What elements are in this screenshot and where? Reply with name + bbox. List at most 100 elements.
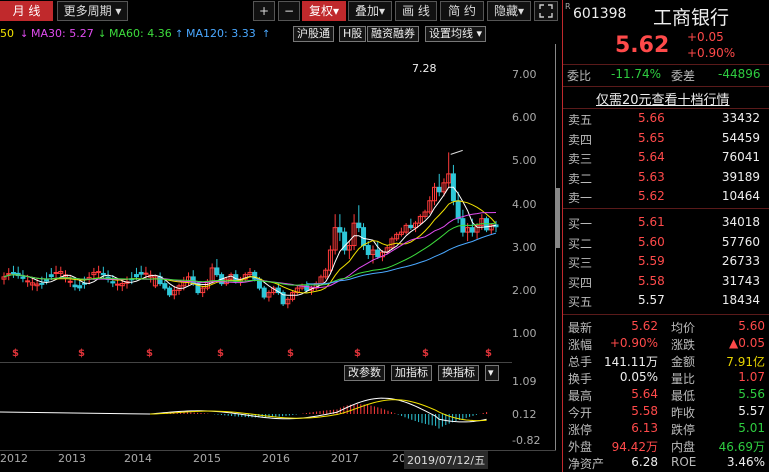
stat-label: 今开	[568, 406, 593, 420]
quote-row: 卖四 5.65 54459	[563, 130, 769, 149]
bid-volume: 34018	[721, 215, 760, 229]
stat-value: 141.11万	[604, 355, 658, 369]
hshare-button[interactable]: H股	[339, 26, 367, 42]
ask-price: 5.63	[638, 169, 665, 184]
level2-promo-link[interactable]: 仅需20元查看十档行情	[596, 89, 730, 108]
candle-body	[365, 245, 371, 256]
zoom-in-button[interactable]: +	[253, 1, 275, 21]
expand-icon	[539, 4, 553, 18]
weicha-value: -44896	[718, 67, 761, 81]
stat-label: 跌停	[671, 423, 696, 437]
max-price-annotation: 7.28	[412, 62, 437, 75]
bid-volume: 26733	[721, 254, 760, 268]
simple-button[interactable]: 简 约	[440, 1, 484, 21]
candle-body	[67, 280, 73, 283]
candle-body	[361, 227, 367, 247]
macd-chart[interactable]	[0, 382, 512, 450]
candle-body	[39, 282, 45, 285]
ask-volume: 54459	[721, 130, 760, 145]
stat-value: 5.56	[738, 387, 765, 401]
period-button[interactable]: 月 线	[0, 1, 53, 21]
price-change: +0.05	[687, 30, 724, 44]
dividend-marker[interactable]: $	[217, 348, 224, 359]
stat-value: 5.57	[738, 404, 765, 418]
candle-body	[469, 227, 475, 233]
fullscreen-button[interactable]	[534, 1, 558, 21]
indicator-menu-button[interactable]: ▾	[485, 365, 499, 381]
stat-label: 涨跌	[671, 338, 696, 352]
stat-label: 金额	[671, 355, 696, 369]
hgt-button[interactable]: 沪股通	[293, 26, 334, 42]
bid-label: 买一	[568, 217, 593, 231]
dividend-marker[interactable]: $	[354, 348, 361, 359]
stat-label: 最低	[671, 389, 696, 403]
dividend-marker[interactable]: $	[12, 348, 19, 359]
price-change-pct: +0.90%	[687, 46, 736, 60]
max-pointer-line	[450, 149, 463, 155]
weicha-label: 委差	[671, 69, 696, 83]
arrow-down-icon: ↓	[98, 29, 107, 40]
kline-chart[interactable]	[0, 44, 512, 362]
ask-label: 卖四	[568, 132, 593, 147]
y-tick: 3.00	[512, 241, 537, 254]
quote-row: 买五 5.57 18434	[563, 292, 769, 311]
overlay-dropdown[interactable]: 叠加▾	[348, 1, 392, 21]
candle-body	[261, 287, 267, 298]
quote-row: 卖五 5.66 33432	[563, 110, 769, 129]
switch-indicator-button[interactable]: 换指标	[438, 365, 479, 381]
candle-body	[375, 249, 381, 258]
quote-row: 净资产 6.28 ROE 3.46%	[563, 454, 769, 472]
set-ma-label: 设置均线	[429, 27, 473, 40]
stat-label: 昨收	[671, 406, 696, 420]
ask-label: 卖三	[568, 152, 593, 166]
more-period-dropdown[interactable]: 更多周期 ▾	[57, 1, 128, 21]
arrow-up-icon: ↑	[262, 29, 271, 40]
stat-label: 总手	[568, 355, 593, 369]
candle-body	[133, 274, 139, 278]
hide-dropdown[interactable]: 隐藏▾	[487, 1, 531, 21]
triangle-down-icon: ▾	[517, 4, 525, 18]
stat-label: 量比	[671, 372, 696, 386]
y-tick: 5.00	[512, 154, 537, 167]
ask-volume: 76041	[721, 150, 760, 164]
add-indicator-button[interactable]: 加指标	[391, 365, 432, 381]
quote-panel: R 601398 工商银行 5.62 +0.05 +0.90% 委比 -11.7…	[562, 0, 769, 472]
ma30-legend: MA30: 5.27	[31, 27, 94, 40]
dividend-marker[interactable]: $	[485, 348, 492, 359]
stat-label: 涨停	[568, 423, 593, 437]
stat-value: 5.62	[631, 319, 658, 333]
fuquan-dropdown[interactable]: 复权▾	[302, 1, 346, 21]
dividend-marker[interactable]: $	[287, 348, 294, 359]
quote-row: 买三 5.59 26733	[563, 253, 769, 272]
stock-name: 工商银行	[653, 7, 730, 29]
draw-line-button[interactable]: 画 线	[395, 1, 437, 21]
stat-label: 净资产	[568, 457, 605, 471]
arrow-up-icon: ↑	[175, 29, 184, 40]
indicator-y-tick: -0.82	[512, 434, 541, 447]
dividend-marker[interactable]: $	[422, 348, 429, 359]
zoom-out-button[interactable]: −	[278, 1, 300, 21]
dividend-marker[interactable]: $	[78, 348, 85, 359]
dividend-marker[interactable]: $	[146, 348, 153, 359]
stat-value: 5.01	[738, 421, 765, 435]
stat-value: 1.07	[738, 370, 765, 384]
stat-value: 5.58	[631, 404, 658, 418]
candle-body	[115, 283, 121, 286]
candle-body	[436, 186, 442, 193]
set-ma-dropdown[interactable]: 设置均线 ▾	[425, 26, 487, 42]
bid-price: 5.60	[638, 234, 665, 249]
change-param-button[interactable]: 改参数	[344, 365, 385, 381]
candle-body	[48, 274, 54, 278]
quote-row: 买一 5.61 34018	[563, 214, 769, 233]
triangle-down-icon: ▾	[111, 4, 122, 18]
quote-row: 卖二 5.63 39189	[563, 169, 769, 188]
ask-price: 5.66	[638, 111, 665, 125]
bid-volume: 57760	[721, 234, 760, 249]
candle-body	[96, 271, 102, 274]
x-tick: 2017	[331, 452, 359, 465]
fuquan-label: 复权	[308, 4, 333, 18]
price-scroll-handle[interactable]	[555, 188, 560, 248]
margin-button[interactable]: 融资融券	[367, 26, 419, 42]
candle-body	[77, 285, 83, 289]
stat-label: 涨幅	[568, 338, 593, 352]
